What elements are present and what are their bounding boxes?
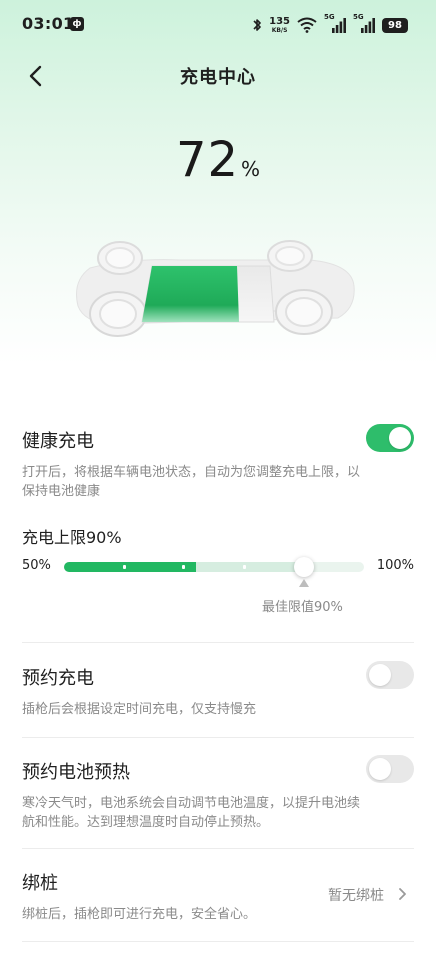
- pile-binding-status[interactable]: 暂无绑桩: [328, 885, 384, 905]
- divider: [22, 642, 414, 643]
- signal-sim1: 5G: [324, 13, 346, 33]
- battery-level-fill: [142, 266, 239, 322]
- bluetooth-icon: [253, 19, 261, 31]
- slider-tick: [182, 565, 185, 569]
- slider-fill: [64, 562, 196, 572]
- slider-tick: [243, 565, 246, 569]
- toggle-knob: [369, 664, 391, 686]
- scheduled-charging-toggle[interactable]: [366, 661, 414, 689]
- signal-sim2: 5G: [353, 13, 375, 33]
- charge-limit-slider[interactable]: [64, 557, 364, 577]
- status-bar: 03:01 ф 135 KB/S 5G 5G 98: [0, 0, 436, 52]
- scheduled-charging-title: 预约充电: [22, 668, 94, 689]
- divider: [22, 737, 414, 738]
- page-title: 充电中心: [180, 67, 256, 88]
- charge-percentage-value: 72: [175, 132, 240, 188]
- charge-limit-max-label: 100%: [376, 558, 414, 573]
- battery-icon: 98: [382, 17, 408, 33]
- best-limit-label: 最佳限值90%: [262, 600, 343, 615]
- chevron-right-icon[interactable]: [396, 884, 410, 904]
- sim2-network-label: 5G: [353, 13, 364, 21]
- network-speed: 135 KB/S: [269, 15, 290, 34]
- slider-thumb[interactable]: [294, 557, 314, 577]
- status-time: 03:01: [22, 14, 75, 33]
- divider: [22, 848, 414, 849]
- battery-preheat-description: 寒冷天气时，电池系统会自动调节电池温度，以提升电池续航和性能。达到理想温度时自动…: [22, 796, 361, 830]
- slider-tick: [123, 565, 126, 569]
- wifi-icon: [297, 17, 317, 33]
- battery-preheat-toggle[interactable]: [366, 755, 414, 783]
- healthy-charging-title: 健康充电: [22, 431, 94, 452]
- pile-binding-title[interactable]: 绑桩: [22, 869, 58, 895]
- pile-binding-description: 绑桩后，插枪即可进行充电，安全省心。: [22, 907, 257, 922]
- battery-preheat-title: 预约电池预热: [22, 762, 130, 783]
- car-battery-illustration: [76, 240, 355, 337]
- status-icons: 135 KB/S 5G 5G 98: [252, 13, 408, 36]
- charge-limit-min-label: 50%: [22, 558, 51, 573]
- toggle-knob: [389, 427, 411, 449]
- network-speed-value: 135: [269, 15, 290, 27]
- network-speed-unit: KB/S: [271, 26, 288, 34]
- toggle-knob: [369, 758, 391, 780]
- charge-percentage: 72%: [0, 132, 436, 188]
- healthy-charging-toggle[interactable]: [366, 424, 414, 452]
- charge-percentage-sign: %: [241, 157, 261, 181]
- charge-limit-title: 充电上限90%: [22, 528, 122, 547]
- divider: [22, 941, 414, 942]
- healthy-charging-description: 打开后，将根据车辆电池状态，自动为您调整充电上限，以保持电池健康: [22, 465, 361, 499]
- app-notification-icon: ф: [70, 17, 84, 31]
- slider-recommended-range: [196, 562, 304, 572]
- best-limit-marker-icon: [299, 579, 309, 587]
- sim1-network-label: 5G: [324, 13, 335, 21]
- battery-pack: [141, 265, 275, 323]
- scheduled-charging-description: 插枪后会根据设定时间充电，仅支持慢充: [22, 702, 257, 717]
